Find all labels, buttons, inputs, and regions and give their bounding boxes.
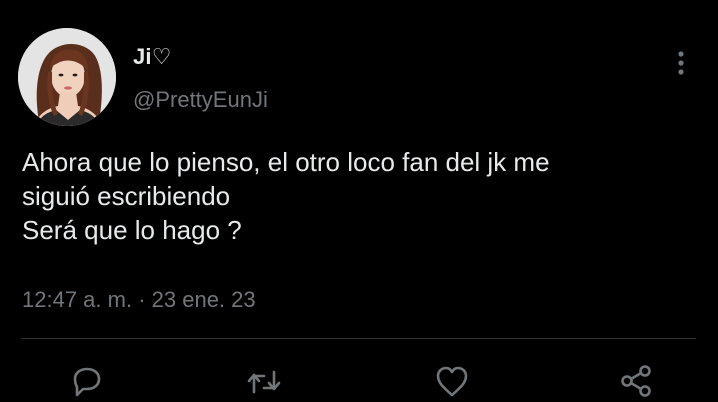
avatar-image xyxy=(18,28,116,126)
retweet-button[interactable] xyxy=(244,362,284,402)
more-vertical-icon xyxy=(678,51,684,75)
avatar[interactable] xyxy=(18,28,116,126)
display-name[interactable]: Ji♡ xyxy=(133,44,172,70)
tweet-timestamp[interactable]: 12:47 a. m. · 23 ene. 23 xyxy=(22,287,256,313)
share-icon xyxy=(621,365,651,397)
tweet-line: siguió escribiendo xyxy=(22,181,231,211)
divider xyxy=(22,338,696,339)
timestamp-separator: · xyxy=(132,287,152,312)
reply-icon xyxy=(73,367,101,397)
tweet-line: Será que lo hago ? xyxy=(22,215,242,245)
tweet-date: 23 ene. 23 xyxy=(151,287,256,312)
like-button[interactable] xyxy=(432,362,472,402)
handle[interactable]: @PrettyEunJi xyxy=(133,87,268,113)
tweet-time: 12:47 a. m. xyxy=(22,287,133,312)
heart-icon xyxy=(436,366,468,397)
tweet-text: Ahora que lo pienso, el otro loco fan de… xyxy=(22,145,712,247)
reply-button[interactable] xyxy=(67,362,107,402)
more-options-button[interactable] xyxy=(668,48,694,78)
tweet-line: Ahora que lo pienso, el otro loco fan de… xyxy=(22,147,550,177)
retweet-icon xyxy=(247,370,281,394)
share-button[interactable] xyxy=(616,362,656,402)
